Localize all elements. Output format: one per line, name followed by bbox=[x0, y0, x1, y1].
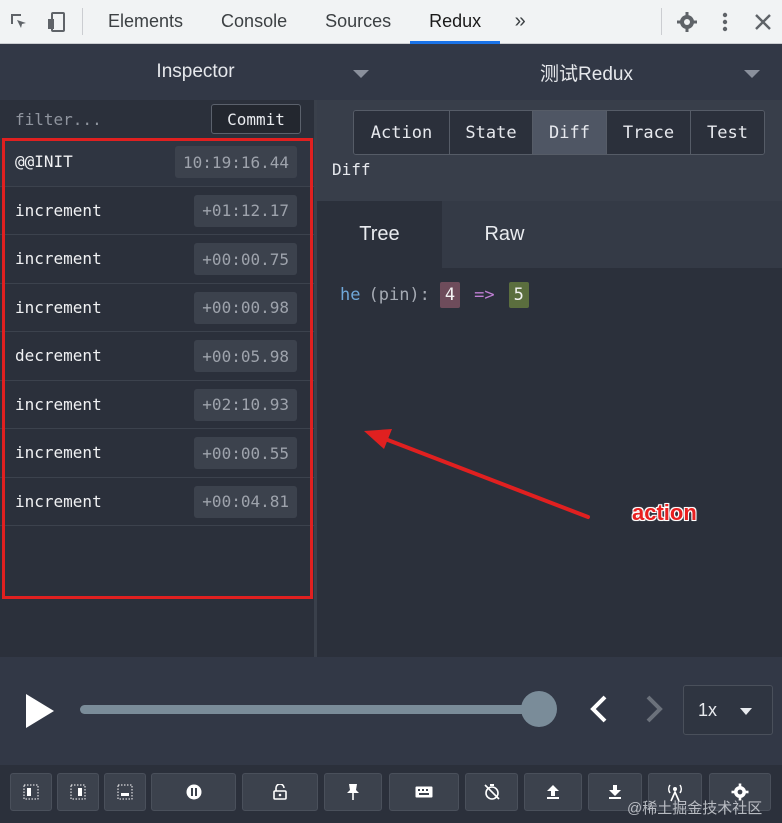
tab-sources[interactable]: Sources bbox=[306, 0, 410, 43]
dock-bottom-icon bbox=[117, 784, 133, 800]
speed-select[interactable]: 1x bbox=[683, 685, 773, 735]
download-icon bbox=[609, 785, 621, 799]
action-list: @@INIT 10:19:16.44 increment +01:12.17 incre… bbox=[0, 138, 314, 526]
diff-key[interactable]: he bbox=[340, 285, 360, 305]
action-time-badge[interactable]: 10:19:16.44 bbox=[175, 146, 297, 178]
tab-console[interactable]: Console bbox=[202, 0, 306, 43]
detail-header: Action State Diff Trace Test Diff bbox=[317, 100, 782, 201]
action-time-badge[interactable]: +00:00.98 bbox=[194, 291, 297, 324]
detail-tab-group: Action State Diff Trace Test bbox=[353, 110, 765, 155]
upload-button[interactable] bbox=[524, 773, 582, 811]
detail-title: Diff bbox=[332, 160, 371, 179]
tab-redux[interactable]: Redux bbox=[410, 0, 501, 44]
redux-header: Inspector 测试Redux bbox=[0, 44, 782, 100]
action-item[interactable]: increment +02:10.93 bbox=[0, 381, 314, 429]
dock-right-button[interactable] bbox=[57, 773, 99, 811]
timeline-slider[interactable] bbox=[80, 705, 540, 714]
action-item[interactable]: decrement +00:05.98 bbox=[0, 332, 314, 381]
dock-left-button[interactable] bbox=[10, 773, 52, 811]
tab-elements[interactable]: Elements bbox=[89, 0, 202, 43]
action-name: increment bbox=[15, 200, 102, 220]
inspect-icon[interactable] bbox=[0, 0, 38, 43]
action-time-badge[interactable]: +00:00.75 bbox=[194, 243, 297, 275]
diff-old-value: 4 bbox=[439, 282, 461, 308]
dock-bottom-button[interactable] bbox=[104, 773, 146, 811]
action-item[interactable]: increment +00:00.98 bbox=[0, 284, 314, 332]
action-time-badge[interactable]: +00:04.81 bbox=[194, 485, 297, 518]
view-tabs: Tree Raw bbox=[317, 201, 782, 268]
more-tabs-button[interactable]: » bbox=[500, 0, 540, 43]
monitor-selector[interactable]: Inspector bbox=[0, 44, 391, 100]
dock-right-icon bbox=[70, 784, 86, 800]
pin-icon bbox=[347, 784, 359, 800]
next-action-button[interactable] bbox=[643, 694, 665, 728]
chevron-right-icon bbox=[646, 695, 663, 723]
action-time-badge[interactable]: +00:05.98 bbox=[194, 340, 297, 372]
tab-state[interactable]: State bbox=[450, 111, 533, 154]
pause-icon bbox=[186, 784, 201, 800]
time-travel-player: 1x bbox=[0, 657, 782, 765]
action-item[interactable]: increment +00:00.75 bbox=[0, 235, 314, 284]
commit-button[interactable]: Commit bbox=[211, 104, 301, 134]
gear-icon[interactable] bbox=[668, 0, 706, 43]
watermark: @稀土掘金技术社区 bbox=[627, 800, 763, 817]
keyboard-icon bbox=[415, 786, 433, 798]
lock-icon bbox=[273, 784, 287, 800]
device-toggle-icon[interactable] bbox=[38, 0, 76, 43]
filter-input[interactable]: filter... bbox=[15, 110, 102, 129]
speed-value: 1x bbox=[698, 699, 718, 720]
chevron-left-icon bbox=[590, 695, 607, 723]
diff-entry: he (pin): 4 => 5 bbox=[340, 282, 529, 308]
action-name: decrement bbox=[15, 346, 102, 366]
play-icon[interactable] bbox=[26, 694, 54, 728]
close-icon[interactable] bbox=[744, 0, 782, 43]
previous-action-button[interactable] bbox=[588, 694, 610, 728]
action-name: increment bbox=[15, 394, 102, 414]
tab-bar-divider bbox=[82, 8, 83, 35]
instance-selector-label: 测试Redux bbox=[540, 63, 633, 85]
lock-button[interactable] bbox=[242, 773, 318, 811]
pause-button[interactable] bbox=[151, 773, 236, 811]
action-time-badge[interactable]: +00:00.55 bbox=[194, 437, 297, 469]
timer-off-button[interactable] bbox=[465, 773, 518, 811]
tab-diff[interactable]: Diff bbox=[533, 111, 607, 154]
chevron-down-icon bbox=[744, 70, 760, 78]
action-time-badge[interactable]: +02:10.93 bbox=[194, 388, 297, 421]
filter-row: filter... Commit bbox=[0, 100, 314, 138]
action-detail-panel: Action State Diff Trace Test Diff Tree R… bbox=[317, 100, 782, 657]
tab-trace[interactable]: Trace bbox=[607, 111, 691, 154]
monitor-selector-label: Inspector bbox=[156, 61, 235, 82]
dock-left-icon bbox=[23, 784, 39, 800]
diff-arrow: => bbox=[474, 285, 495, 305]
instance-selector[interactable]: 测试Redux bbox=[391, 44, 782, 100]
diff-new-value: 5 bbox=[508, 282, 529, 308]
action-name: @@INIT bbox=[15, 152, 73, 172]
action-name: increment bbox=[15, 491, 102, 511]
action-name: increment bbox=[15, 249, 102, 269]
chevron-down-icon bbox=[740, 708, 752, 715]
slider-handle[interactable] bbox=[521, 691, 557, 727]
tab-raw[interactable]: Raw bbox=[442, 201, 567, 268]
chevron-down-icon bbox=[353, 70, 369, 78]
action-item[interactable]: increment +00:00.55 bbox=[0, 429, 314, 478]
action-time-badge[interactable]: +01:12.17 bbox=[194, 194, 297, 227]
timer-off-icon bbox=[483, 784, 500, 800]
tab-tree[interactable]: Tree bbox=[317, 201, 442, 268]
tab-bar-divider bbox=[661, 8, 662, 35]
keyboard-button[interactable] bbox=[389, 773, 459, 811]
devtools-tab-bar: Elements Console Sources Redux » bbox=[0, 0, 782, 44]
action-log-panel: filter... Commit @@INIT 10:19:16.44 increm… bbox=[0, 100, 314, 657]
kebab-menu-icon[interactable] bbox=[706, 0, 744, 43]
tab-test[interactable]: Test bbox=[691, 111, 764, 154]
tab-action[interactable]: Action bbox=[354, 111, 450, 154]
diff-path[interactable]: (pin): bbox=[368, 285, 429, 305]
pin-button[interactable] bbox=[324, 773, 382, 811]
action-item[interactable]: increment +00:04.81 bbox=[0, 478, 314, 526]
action-name: increment bbox=[15, 443, 102, 463]
action-name: increment bbox=[15, 297, 102, 317]
upload-icon bbox=[547, 785, 559, 799]
action-item[interactable]: @@INIT 10:19:16.44 bbox=[0, 138, 314, 187]
annotation-label: action bbox=[632, 500, 697, 525]
action-item[interactable]: increment +01:12.17 bbox=[0, 187, 314, 235]
